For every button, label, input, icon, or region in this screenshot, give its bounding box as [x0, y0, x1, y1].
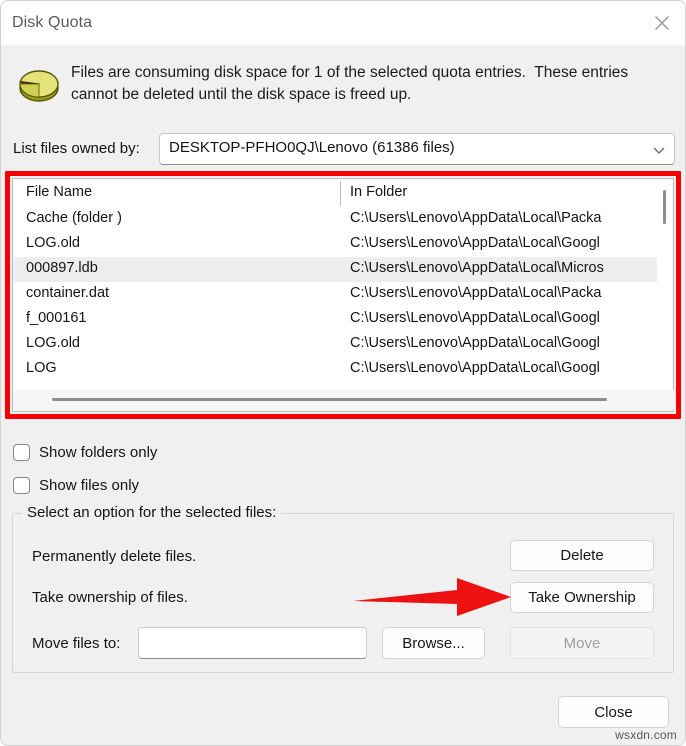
file-list-horizontal-scrollbar[interactable] [14, 390, 674, 410]
message-text: Files are consuming disk space for 1 of … [71, 62, 671, 107]
close-window-button[interactable] [638, 1, 685, 44]
table-row[interactable]: container.dat C:\Users\Lenovo\AppData\Loc… [14, 282, 659, 307]
cell-in-folder: C:\Users\Lenovo\AppData\Local\Packa [350, 210, 602, 226]
move-destination-input[interactable] [138, 627, 367, 659]
message-banner: Files are consuming disk space for 1 of … [1, 45, 685, 131]
delete-button[interactable]: Delete [510, 540, 654, 571]
cell-file-name: 000897.ldb [26, 260, 98, 276]
file-list-viewport: File Name In Folder Cache (folder ) C:\Us… [14, 180, 659, 392]
disk-quota-dialog: Disk Quota Files are consuming disk spac… [0, 0, 686, 746]
file-list-rows: Cache (folder ) C:\Users\Lenovo\AppData\L… [14, 207, 659, 382]
checkbox-show-files-only[interactable]: Show files only [13, 474, 139, 496]
column-divider[interactable] [340, 181, 341, 206]
cell-file-name: LOG.old [26, 235, 80, 251]
cell-in-folder: C:\Users\Lenovo\AppData\Local\Micros [350, 260, 604, 276]
move-button[interactable]: Move [510, 627, 654, 659]
window-title: Disk Quota [12, 14, 93, 31]
owner-filter-row: List files owned by: DESKTOP-PFHO0QJ\Len… [1, 133, 685, 167]
cell-file-name: container.dat [26, 285, 110, 301]
close-button[interactable]: Close [558, 696, 669, 728]
cell-file-name: LOG [26, 360, 57, 376]
site-watermark: wsxdn.com [615, 728, 677, 742]
table-row[interactable]: f_000161 C:\Users\Lenovo\AppData\Local\Go… [14, 307, 659, 332]
take-ownership-button[interactable]: Take Ownership [510, 582, 654, 613]
owner-filter-value: DESKTOP-PFHO0QJ\Lenovo (61386 files) [169, 139, 455, 156]
checkbox-box-folders[interactable] [13, 443, 30, 461]
table-row[interactable]: Cache (folder ) C:\Users\Lenovo\AppData\L… [14, 207, 659, 232]
table-row[interactable]: LOG C:\Users\Lenovo\AppData\Local\Googl [14, 357, 659, 382]
cell-file-name: Cache (folder ) [26, 210, 122, 226]
cell-in-folder: C:\Users\Lenovo\AppData\Local\Googl [350, 335, 600, 351]
checkbox-label-files: Show files only [39, 476, 140, 494]
message-line-1: Files are consuming disk space for 1 of … [71, 64, 629, 81]
cell-file-name: f_000161 [26, 310, 87, 326]
cell-in-folder: C:\Users\Lenovo\AppData\Local\Googl [350, 360, 600, 376]
checkbox-box-files[interactable] [13, 476, 30, 494]
horizontal-scrollbar-thumb[interactable] [52, 398, 607, 401]
chevron-down-icon [653, 147, 665, 154]
column-header-file-name[interactable]: File Name [26, 184, 92, 200]
browse-button[interactable]: Browse... [382, 627, 485, 659]
cell-in-folder: C:\Users\Lenovo\AppData\Local\Googl [350, 235, 600, 251]
screenshot-root: Disk Quota Files are consuming disk spac… [0, 0, 686, 746]
cell-file-name: LOG.old [26, 335, 80, 351]
column-header-in-folder[interactable]: In Folder [350, 184, 407, 200]
disk-quota-pie-icon [19, 70, 59, 102]
file-list-vertical-scrollbar[interactable] [657, 180, 672, 392]
table-row[interactable]: 000897.ldb C:\Users\Lenovo\AppData\Local\… [14, 257, 659, 282]
message-line-2: cannot be deleted until the disk space i… [71, 86, 412, 104]
file-list-header: File Name In Folder [14, 180, 659, 207]
checkbox-show-folders-only[interactable]: Show folders only [13, 441, 157, 463]
delete-option-label: Permanently delete files. [32, 548, 197, 565]
vertical-scrollbar-thumb[interactable] [663, 190, 666, 224]
table-row[interactable]: LOG.old C:\Users\Lenovo\AppData\Local\Goo… [14, 332, 659, 357]
close-icon [654, 15, 669, 30]
options-groupbox-title: Select an option for the selected files: [22, 504, 282, 521]
ownership-option-label: Take ownership of files. [32, 589, 188, 606]
cell-in-folder: C:\Users\Lenovo\AppData\Local\Packa [350, 285, 602, 301]
table-row[interactable]: LOG.old C:\Users\Lenovo\AppData\Local\Goo… [14, 232, 659, 257]
title-bar: Disk Quota [1, 1, 685, 45]
checkbox-label-folders: Show folders only [39, 443, 158, 461]
cell-in-folder: C:\Users\Lenovo\AppData\Local\Googl [350, 310, 600, 326]
move-option-label: Move files to: [32, 635, 121, 652]
owner-filter-label: List files owned by: [13, 140, 140, 157]
file-list[interactable]: File Name In Folder Cache (folder ) C:\Us… [12, 178, 674, 412]
owner-filter-combobox[interactable]: DESKTOP-PFHO0QJ\Lenovo (61386 files) [159, 133, 675, 165]
